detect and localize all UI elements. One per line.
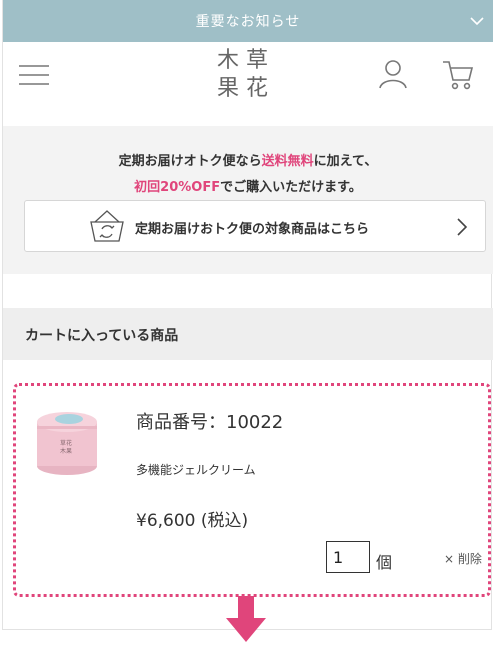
quantity-unit: 個 — [376, 553, 393, 572]
logo-char: 果 — [216, 76, 239, 101]
cart-section-heading: カートに入っている商品 — [3, 308, 493, 360]
product-image[interactable]: 草花 木果 — [32, 400, 102, 480]
chevron-right-icon — [457, 218, 468, 236]
subscription-link-label: 定期お届けおトク便の対象商品はこちら — [135, 222, 370, 237]
promo-text: 定期お届けオトク便なら — [118, 154, 262, 169]
svg-text:草花: 草花 — [60, 439, 72, 447]
user-icon[interactable] — [377, 58, 409, 90]
cart-heading-label: カートに入っている商品 — [25, 328, 179, 344]
logo-char: 草 — [245, 48, 268, 73]
free-shipping-highlight: 送料無料 — [261, 154, 314, 169]
delete-item-link[interactable]: × 削除 — [444, 550, 482, 567]
promo-text: に加えて、 — [313, 154, 378, 169]
important-notice-bar[interactable]: 重要なお知らせ — [3, 0, 493, 42]
page-frame: 重要なお知らせ 木 草 果 花 定期お届けオトク便なら送料無料に加えて、 初回2… — [2, 0, 493, 630]
product-name: 多機能ジェルクリーム — [136, 463, 256, 477]
promo-text-line2: 初回20%OFFでご購入いただけます。 — [3, 176, 493, 195]
subscription-promo: 定期お届けオトク便なら送料無料に加えて、 初回20%OFFでご購入いただけます。… — [3, 126, 493, 274]
cart-icon[interactable] — [441, 58, 475, 92]
product-number: 商品番号：10022 — [136, 412, 284, 433]
logo-char: 花 — [245, 76, 268, 101]
promo-text: でご購入いただけます。 — [220, 180, 362, 195]
notice-label: 重要なお知らせ — [195, 14, 301, 30]
hamburger-menu-icon[interactable] — [19, 64, 49, 86]
cart-item: 草花 木果 商品番号：10022 多機能ジェルクリーム ¥6,600 (税込) … — [13, 383, 491, 597]
arrow-down-icon — [226, 596, 266, 642]
site-header: 木 草 果 花 — [3, 42, 493, 126]
logo-char: 木 — [216, 48, 239, 73]
site-logo[interactable]: 木 草 果 花 — [215, 48, 275, 104]
basket-icon — [90, 210, 124, 242]
product-price: ¥6,600 (税込) — [136, 511, 249, 531]
chevron-down-icon[interactable] — [469, 13, 485, 29]
promo-text-line1: 定期お届けオトク便なら送料無料に加えて、 — [3, 150, 493, 169]
quantity-input[interactable] — [326, 541, 370, 573]
discount-highlight: 初回20%OFF — [134, 180, 221, 195]
svg-text:木果: 木果 — [60, 447, 72, 455]
subscription-products-link[interactable]: 定期お届けおトク便の対象商品はこちら — [24, 200, 486, 252]
